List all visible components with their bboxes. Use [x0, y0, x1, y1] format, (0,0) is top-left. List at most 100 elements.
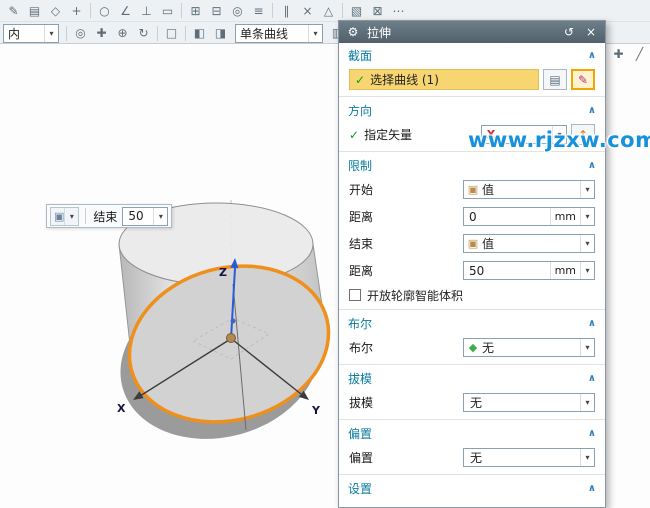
chevron-down-icon[interactable]: ▾ — [44, 25, 58, 42]
toolbar-icon[interactable]: ◇ — [45, 2, 66, 20]
dialog-options-gear-icon[interactable]: ⚙ — [345, 25, 361, 39]
on-screen-limit-toolbar: ▣ ▾ 结束 50 ▾ — [46, 204, 172, 228]
toolbar-icon[interactable]: ✚ — [91, 24, 112, 42]
toolbar-icon[interactable]: ▧ — [346, 2, 367, 20]
section-separator — [339, 419, 605, 420]
curve-rule-value: 单条曲线 — [240, 25, 308, 42]
toolbar-icon[interactable]: × — [297, 2, 318, 20]
section-separator — [339, 96, 605, 97]
toolbar-separator — [66, 26, 67, 41]
section-header-settings[interactable]: 设置 ∧ — [339, 478, 605, 499]
origin-drag-handle[interactable] — [227, 334, 236, 343]
toolbar-icon[interactable]: ✎ — [3, 2, 24, 20]
curve-rule-dropdown[interactable]: 单条曲线 ▾ — [235, 24, 323, 43]
viewport-corner-toolbar: ✚ ╱ — [608, 45, 650, 63]
y-axis-label[interactable]: Y — [311, 404, 321, 417]
boolean-none-icon: ◆ — [464, 341, 482, 354]
toolbar-icon[interactable]: ◨ — [210, 24, 231, 42]
chevron-down-icon[interactable]: ▾ — [580, 262, 594, 279]
toolbar-icon[interactable]: ≡ — [248, 2, 269, 20]
section-header-limits[interactable]: 限制 ∧ — [339, 155, 605, 176]
toolbar-icon[interactable]: ◎ — [70, 24, 91, 42]
toolbar-separator — [181, 3, 182, 18]
toolbar-icon[interactable]: ◧ — [189, 24, 210, 42]
toolbar-separator — [272, 3, 273, 18]
dialog-body: 截面 ∧ ✓ 选择曲线 (1) ▤ ✎ 方向 ∧ — [339, 43, 605, 507]
chevron-down-icon[interactable]: ▾ — [580, 235, 594, 252]
section-header-offset[interactable]: 偏置 ∧ — [339, 423, 605, 444]
toolbar-icon[interactable]: ∠ — [115, 2, 136, 20]
chevron-up-icon[interactable]: ∧ — [588, 318, 596, 329]
chevron-down-icon[interactable]: ▾ — [580, 449, 594, 466]
start-limit-dropdown[interactable]: ▣ 值 ▾ — [463, 180, 595, 199]
draft-dropdown[interactable]: 无 ▾ — [463, 393, 595, 412]
watermark: www.rjzxw.com — [468, 128, 650, 152]
toolbar-icon[interactable]: ⊠ — [367, 2, 388, 20]
chevron-down-icon[interactable]: ▾ — [64, 208, 78, 225]
section-header-section[interactable]: 截面 ∧ — [339, 45, 605, 66]
toolbar-icon[interactable]: ⊥ — [136, 2, 157, 20]
toolbar-separator — [90, 3, 91, 18]
curve-list-button[interactable]: ▤ — [543, 69, 567, 90]
section-header-direction[interactable]: 方向 ∧ — [339, 100, 605, 121]
end-distance-input[interactable]: 50 ▾ — [122, 207, 168, 226]
x-axis-label[interactable]: X — [117, 402, 126, 415]
selection-rectangle-icon[interactable]: □ — [161, 24, 182, 42]
end-distance-input[interactable]: 50 mm ▾ — [463, 261, 595, 280]
dialog-title-bar[interactable]: ⚙ 拉伸 ↺ × — [339, 21, 605, 43]
toolbar-icon[interactable]: ▭ — [157, 2, 178, 20]
toolbar-icon[interactable]: ⊞ — [185, 2, 206, 20]
close-icon[interactable]: × — [583, 25, 599, 39]
toolbar-icon[interactable]: ○ — [94, 2, 115, 20]
plus-icon[interactable]: ✚ — [608, 45, 629, 63]
toolbar-icon[interactable]: ◎ — [227, 2, 248, 20]
offset-label: 偏置 — [349, 449, 373, 466]
draft-label: 拔模 — [349, 394, 373, 411]
toolbar-icon[interactable]: ↻ — [133, 24, 154, 42]
toolbar-icon[interactable]: ▤ — [24, 2, 45, 20]
select-curve-field[interactable]: ✓ 选择曲线 (1) — [349, 69, 539, 90]
chevron-up-icon[interactable]: ∧ — [588, 373, 596, 384]
start-distance-input[interactable]: 0 mm ▾ — [463, 207, 595, 226]
toolbar-icon[interactable]: + — [66, 2, 87, 20]
limit-type-button[interactable]: ▣ ▾ — [50, 207, 79, 226]
toolbar-icon[interactable]: ∥ — [276, 2, 297, 20]
z-axis-label[interactable]: Z — [219, 266, 227, 279]
start-distance-unit: mm — [550, 208, 580, 225]
settings-header-label: 设置 — [348, 480, 372, 497]
boolean-label: 布尔 — [349, 339, 373, 356]
section-header-boolean[interactable]: 布尔 ∧ — [339, 313, 605, 334]
chevron-down-icon[interactable]: ▾ — [580, 181, 594, 198]
scope-dropdown[interactable]: 内 ▾ — [3, 24, 59, 43]
check-icon: ✓ — [355, 73, 365, 87]
chevron-down-icon[interactable]: ▾ — [580, 339, 594, 356]
chevron-down-icon[interactable]: ▾ — [308, 25, 322, 42]
toolbar-icon[interactable]: ⋯ — [388, 2, 409, 20]
chevron-up-icon[interactable]: ∧ — [588, 483, 596, 494]
draft-header-label: 拔模 — [348, 370, 372, 387]
toolbar-icon[interactable]: △ — [318, 2, 339, 20]
chevron-up-icon[interactable]: ∧ — [588, 105, 596, 116]
chevron-up-icon[interactable]: ∧ — [588, 50, 596, 61]
chevron-down-icon[interactable]: ▾ — [153, 208, 167, 225]
sketch-section-button[interactable]: ✎ — [571, 69, 595, 90]
toolbar-separator — [185, 26, 186, 41]
cube-icon: ▣ — [464, 237, 482, 250]
toolbar-icon[interactable]: ⊟ — [206, 2, 227, 20]
chevron-down-icon[interactable]: ▾ — [580, 208, 594, 225]
dialog-title: 拉伸 — [367, 24, 391, 41]
end-limit-dropdown[interactable]: ▣ 值 ▾ — [463, 234, 595, 253]
end-limit-row: 结束 ▣ 值 ▾ — [339, 230, 605, 257]
chevron-up-icon[interactable]: ∧ — [588, 160, 596, 171]
chevron-up-icon[interactable]: ∧ — [588, 428, 596, 439]
toolbar-icon[interactable]: ⊕ — [112, 24, 133, 42]
open-profile-checkbox[interactable] — [349, 289, 361, 301]
line-tool-icon[interactable]: ╱ — [629, 45, 650, 63]
application-window: ✎ ▤ ◇ + ○ ∠ ⊥ ▭ ⊞ ⊟ ◎ ≡ ∥ × △ ▧ ⊠ ⋯ 内 — [0, 0, 650, 508]
direction-header-label: 方向 — [348, 102, 372, 119]
section-header-draft[interactable]: 拔模 ∧ — [339, 368, 605, 389]
reset-icon[interactable]: ↺ — [561, 25, 577, 39]
chevron-down-icon[interactable]: ▾ — [580, 394, 594, 411]
boolean-dropdown[interactable]: ◆ 无 ▾ — [463, 338, 595, 357]
offset-dropdown[interactable]: 无 ▾ — [463, 448, 595, 467]
